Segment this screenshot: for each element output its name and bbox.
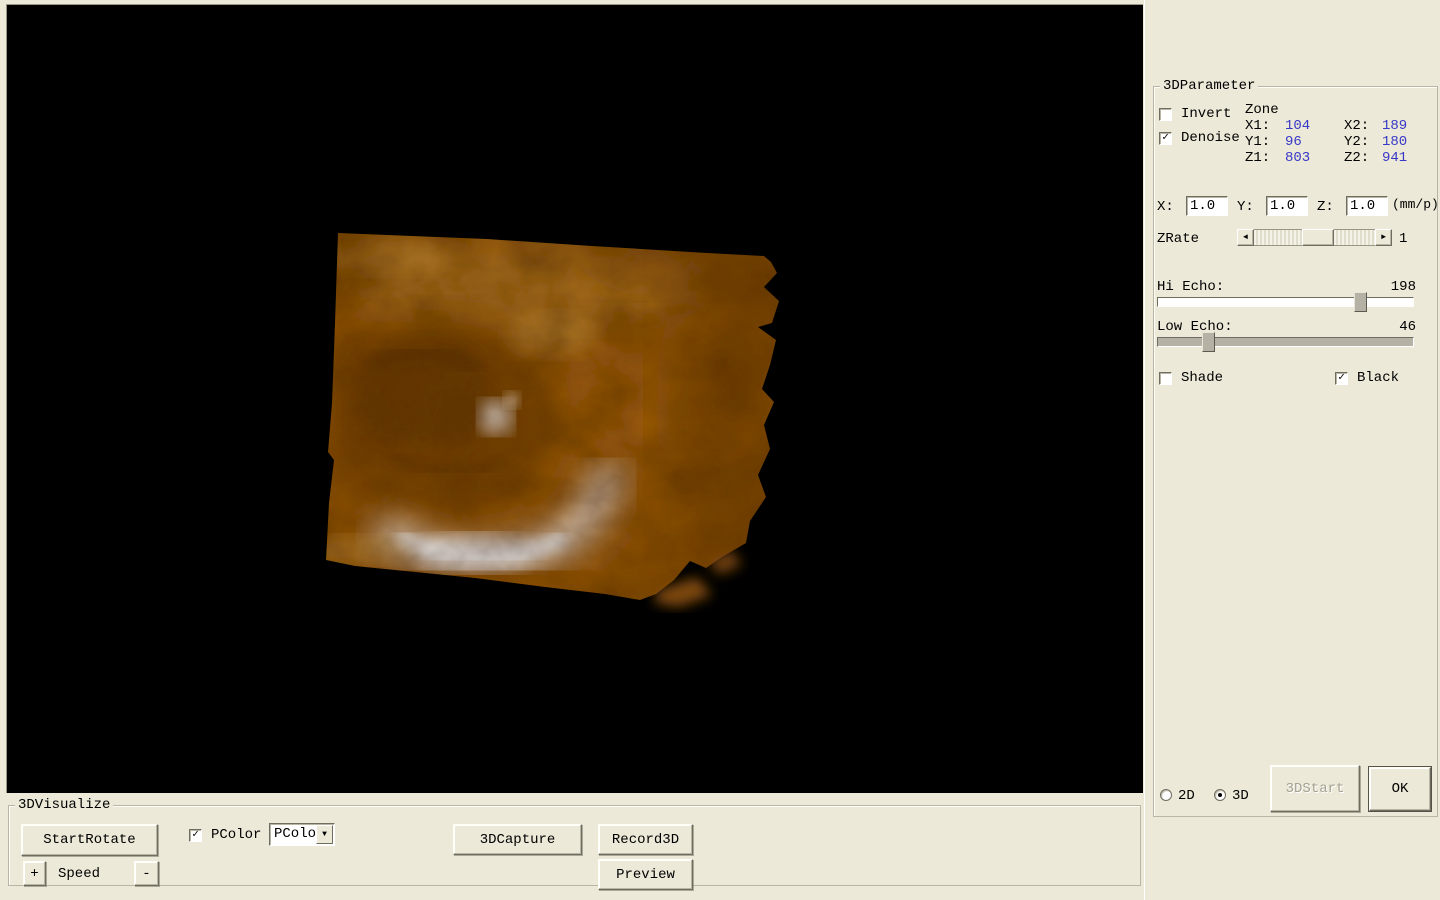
scale-y-label: Y: xyxy=(1237,199,1254,215)
ultrasound-volume-render xyxy=(326,233,779,607)
zrate-thumb[interactable] xyxy=(1302,229,1334,246)
denoise-label: Denoise xyxy=(1181,130,1240,146)
hi-echo-label: Hi Echo: xyxy=(1157,279,1225,295)
record3d-button[interactable]: Record3D xyxy=(598,824,693,855)
speed-minus-button[interactable]: - xyxy=(134,861,159,886)
pcolor-combobox[interactable]: PColor ▼ xyxy=(269,823,335,846)
3dcapture-button[interactable]: 3DCapture xyxy=(453,824,582,855)
scale-z-label: Z: xyxy=(1317,199,1334,215)
ok-button[interactable]: OK xyxy=(1368,766,1432,812)
zone-x1-label: X1: xyxy=(1245,118,1271,134)
invert-checkbox[interactable] xyxy=(1159,108,1172,121)
mode-3d-radio[interactable] xyxy=(1214,789,1226,801)
zone-x2-label: X2: xyxy=(1344,118,1370,134)
parameter-groupbox: 3DParameter Invert ✓ Denoise Zone X1: 10… xyxy=(1153,78,1439,817)
start-rotate-button[interactable]: StartRotate xyxy=(21,824,158,856)
scale-y-input[interactable] xyxy=(1266,196,1308,216)
speed-plus-button[interactable]: + xyxy=(23,861,46,886)
low-echo-value: 46 xyxy=(1399,319,1416,335)
zone-z1-label: Z1: xyxy=(1245,150,1271,166)
denoise-checkbox[interactable]: ✓ xyxy=(1159,132,1172,145)
zone-x2-value: 189 xyxy=(1382,118,1408,134)
zone-y1-value: 96 xyxy=(1285,134,1302,150)
zrate-value: 1 xyxy=(1399,231,1408,247)
visualize-group-title: 3DVisualize xyxy=(15,797,114,813)
check-icon: ✓ xyxy=(1338,372,1345,384)
render-viewport[interactable] xyxy=(6,4,1143,793)
check-icon: ✓ xyxy=(1162,132,1169,144)
3dstart-button[interactable]: 3DStart xyxy=(1270,765,1360,812)
mode-2d-radio[interactable] xyxy=(1160,789,1172,801)
zone-title: Zone xyxy=(1245,102,1279,118)
zone-y2-label: Y2: xyxy=(1344,134,1370,150)
zone-y1-label: Y1: xyxy=(1245,134,1271,150)
scale-z-input[interactable] xyxy=(1346,196,1388,216)
visualize-groupbox: 3DVisualize StartRotate + Speed - ✓ PCol… xyxy=(8,797,1141,890)
hi-echo-track[interactable] xyxy=(1157,297,1414,307)
scale-x-input[interactable] xyxy=(1186,196,1228,216)
hi-echo-value: 198 xyxy=(1390,279,1416,295)
check-icon: ✓ xyxy=(192,829,199,841)
speed-label: Speed xyxy=(58,866,101,882)
parameter-panel: 3DParameter Invert ✓ Denoise Zone X1: 10… xyxy=(1144,0,1440,900)
zone-y2-value: 180 xyxy=(1382,134,1408,150)
zrate-left-arrow-icon[interactable]: ◄ xyxy=(1237,229,1254,246)
zone-z1-value: 803 xyxy=(1285,150,1311,166)
low-echo-track[interactable] xyxy=(1157,337,1414,347)
zrate-label: ZRate xyxy=(1157,231,1200,247)
application-window: { "glyphs": { "check": "✓", "arrow_left"… xyxy=(0,0,1440,900)
low-echo-label: Low Echo: xyxy=(1157,319,1233,335)
pcolor-label: PColor xyxy=(211,827,262,843)
invert-label: Invert xyxy=(1181,106,1232,122)
black-label: Black xyxy=(1357,370,1400,386)
zone-z2-value: 941 xyxy=(1382,150,1408,166)
parameter-group-title: 3DParameter xyxy=(1160,78,1259,94)
radio-dot-icon xyxy=(1218,793,1222,797)
black-checkbox[interactable]: ✓ xyxy=(1335,372,1348,385)
zone-z2-label: Z2: xyxy=(1344,150,1370,166)
low-echo-thumb[interactable] xyxy=(1202,332,1215,352)
hi-echo-thumb[interactable] xyxy=(1354,292,1367,312)
zrate-right-arrow-icon[interactable]: ► xyxy=(1375,229,1392,246)
pcolor-checkbox[interactable]: ✓ xyxy=(189,829,202,842)
shade-label: Shade xyxy=(1181,370,1224,386)
zone-x1-value: 104 xyxy=(1285,118,1311,134)
mode-2d-label: 2D xyxy=(1178,788,1195,804)
scale-x-label: X: xyxy=(1157,199,1174,215)
scale-unit-label: (mm/p) xyxy=(1392,197,1439,212)
mode-3d-label: 3D xyxy=(1232,788,1249,804)
chevron-down-icon[interactable]: ▼ xyxy=(316,825,333,844)
preview-button[interactable]: Preview xyxy=(598,859,693,890)
visualize-panel: 3DVisualize StartRotate + Speed - ✓ PCol… xyxy=(0,793,1144,900)
shade-checkbox[interactable] xyxy=(1159,372,1172,385)
